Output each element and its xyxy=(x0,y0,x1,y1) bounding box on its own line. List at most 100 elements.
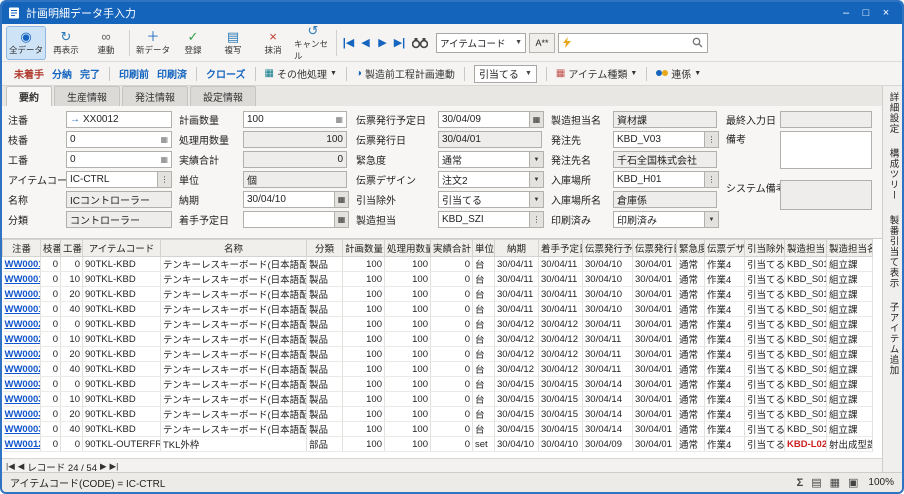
grid-cell[interactable]: テンキーレスキーボード(日本語配列)(90キー) xyxy=(160,256,307,272)
grid-cell[interactable]: 30/04/15 xyxy=(494,376,539,392)
grid-cell[interactable]: 台 xyxy=(472,361,495,377)
grid-cell[interactable]: テンキーレスキーボード(日本語配列)(90キー) xyxy=(160,316,307,332)
due-date-field[interactable]: 30/04/10 xyxy=(243,191,335,208)
grid-cell[interactable]: 製品 xyxy=(306,331,343,347)
grid-cell[interactable]: 通常 xyxy=(676,286,705,302)
grid-cell[interactable]: 通常 xyxy=(676,391,705,407)
grid-cell[interactable]: 0 xyxy=(40,376,61,392)
next-record-nav-button[interactable]: ▶ xyxy=(100,461,107,472)
grid-cell[interactable]: set xyxy=(472,436,495,452)
grid-cell[interactable]: 10 xyxy=(60,391,83,407)
grid-cell[interactable]: KBD_S01 xyxy=(784,286,827,302)
grid-cell[interactable]: 90TKL-KBD xyxy=(82,286,161,302)
grid-cell[interactable]: 30/04/10 xyxy=(538,436,583,452)
grid-cell[interactable]: 30/04/15 xyxy=(538,376,583,392)
grid-cell[interactable]: 0 xyxy=(40,256,61,272)
grid-cell[interactable]: 30/04/10 xyxy=(582,256,633,272)
calendar-icon[interactable]: ▦ xyxy=(335,191,349,208)
slip-plan-date-field[interactable]: 30/04/09 xyxy=(438,111,530,128)
grid-cell[interactable]: 100 xyxy=(342,316,385,332)
grid-cell[interactable]: 組立課 xyxy=(826,256,873,272)
grid-cell[interactable]: WW0001 xyxy=(2,286,41,302)
chevron-down-icon[interactable]: ▼ xyxy=(530,191,544,208)
sidebar-item-structure-tree[interactable]: 構成ツリー xyxy=(884,148,902,201)
grid-cell[interactable]: 30/04/01 xyxy=(632,271,677,287)
maximize-button[interactable]: □ xyxy=(856,7,876,19)
grid-cell[interactable]: 100 xyxy=(342,331,385,347)
grid-cell[interactable]: 90TKL-KBD xyxy=(82,256,161,272)
grid-cell[interactable]: 作業4 xyxy=(704,271,745,287)
grid-column-header[interactable]: 名称 xyxy=(160,239,307,257)
grid-cell[interactable]: 引当てる xyxy=(744,436,785,452)
grid-cell[interactable]: 作業4 xyxy=(704,421,745,437)
grid-cell[interactable]: 射出成型課 xyxy=(826,436,873,452)
grid-cell[interactable]: 0 xyxy=(430,286,473,302)
grid-cell[interactable]: KBD_S01 xyxy=(784,346,827,362)
grid-cell[interactable]: 100 xyxy=(342,346,385,362)
grid-cell[interactable]: 組立課 xyxy=(826,346,873,362)
grid-cell[interactable]: 0 xyxy=(60,316,83,332)
grid-cell[interactable]: 100 xyxy=(342,391,385,407)
grid-row[interactable]: WW000304090TKL-KBDテンキーレスキーボード(日本語配列)(90キ… xyxy=(2,421,873,437)
grid-cell[interactable]: 作業4 xyxy=(704,391,745,407)
grid-cell[interactable]: テンキーレスキーボード(日本語配列)(90キー) xyxy=(160,271,307,287)
grid-cell[interactable]: 作業4 xyxy=(704,406,745,422)
grid-cell[interactable]: 100 xyxy=(342,421,385,437)
grid-cell[interactable]: KBD_S01 xyxy=(784,376,827,392)
binoculars-icon[interactable] xyxy=(412,37,428,49)
grid-row[interactable]: WW000204090TKL-KBDテンキーレスキーボード(日本語配列)(90キ… xyxy=(2,361,873,377)
grid-cell[interactable]: 20 xyxy=(60,406,83,422)
grid-cell[interactable]: 30/04/11 xyxy=(538,271,583,287)
grid-cell[interactable]: 組立課 xyxy=(826,361,873,377)
prev-record-nav-button[interactable]: ◀ xyxy=(18,461,25,472)
grid-column-header[interactable]: 製造担当 xyxy=(784,239,827,257)
grid-row[interactable]: WW00010090TKL-KBDテンキーレスキーボード(日本語配列)(90キー… xyxy=(2,256,873,272)
grid-cell[interactable]: 90TKL-KBD xyxy=(82,346,161,362)
grid-cell[interactable]: 台 xyxy=(472,316,495,332)
grid-cell[interactable]: 台 xyxy=(472,256,495,272)
search-input[interactable] xyxy=(571,37,692,48)
grid-cell[interactable]: 0 xyxy=(40,331,61,347)
grid-cell[interactable]: 0 xyxy=(60,376,83,392)
search-field[interactable] xyxy=(558,32,708,53)
grid-cell[interactable]: 0 xyxy=(40,421,61,437)
grid-cell[interactable]: KBD_S01 xyxy=(784,406,827,422)
grid-cell[interactable]: 引当てる xyxy=(744,271,785,287)
grid-cell[interactable]: 30/04/01 xyxy=(632,301,677,317)
first-record-nav-button[interactable]: |◀ xyxy=(6,461,15,472)
chevron-down-icon[interactable]: ▼ xyxy=(530,171,544,188)
other-process-button[interactable]: ▦ その他処理 ▼ xyxy=(265,66,337,81)
first-record-button[interactable]: |◀ xyxy=(340,36,357,49)
grid-cell[interactable]: 作業4 xyxy=(704,301,745,317)
grid-cell[interactable]: 製品 xyxy=(306,271,343,287)
copy-button[interactable]: ▤ 複写 xyxy=(213,26,253,60)
grid-cell[interactable]: 100 xyxy=(384,271,431,287)
grid-cell[interactable]: KBD_S01 xyxy=(784,421,827,437)
grid-cell[interactable]: 30/04/11 xyxy=(582,316,633,332)
item-type-button[interactable]: ▦ アイテム種類 ▼ xyxy=(556,66,637,81)
grid-column-header[interactable]: 着手予定日 xyxy=(538,239,583,257)
grid-cell[interactable]: 100 xyxy=(384,331,431,347)
warehouse-field[interactable]: KBD_H01 xyxy=(613,171,705,188)
grid-cell[interactable]: 通常 xyxy=(676,421,705,437)
grid-cell[interactable]: KBD_S01 xyxy=(784,361,827,377)
mfg-staff-field[interactable]: KBD_SZI xyxy=(438,211,530,228)
grid-cell[interactable]: 100 xyxy=(384,361,431,377)
grid-cell[interactable]: 30/04/01 xyxy=(632,391,677,407)
grid-cell[interactable]: 30/04/01 xyxy=(632,346,677,362)
prev-record-button[interactable]: ◀ xyxy=(357,36,374,49)
grid-cell[interactable]: 組立課 xyxy=(826,271,873,287)
grid-cell[interactable]: 製品 xyxy=(306,361,343,377)
grid-cell[interactable]: 90TKL-KBD xyxy=(82,361,161,377)
grid-cell[interactable]: 作業4 xyxy=(704,286,745,302)
grid-cell[interactable]: 40 xyxy=(60,421,83,437)
grid-column-header[interactable]: 引当除外 xyxy=(744,239,785,257)
grid-row[interactable]: WW000102090TKL-KBDテンキーレスキーボード(日本語配列)(90キ… xyxy=(2,286,873,302)
grid-cell[interactable]: 90TKL-KBD xyxy=(82,316,161,332)
supplier-lookup-button[interactable]: ⋮ xyxy=(705,131,719,148)
grid-cell[interactable]: 30/04/10 xyxy=(582,301,633,317)
tab-order-info[interactable]: 発注情報 xyxy=(122,86,188,106)
erase-button[interactable]: × 抹消 xyxy=(253,26,293,60)
grid-cell[interactable]: 0 xyxy=(430,391,473,407)
grid-cell[interactable]: 0 xyxy=(40,271,61,287)
